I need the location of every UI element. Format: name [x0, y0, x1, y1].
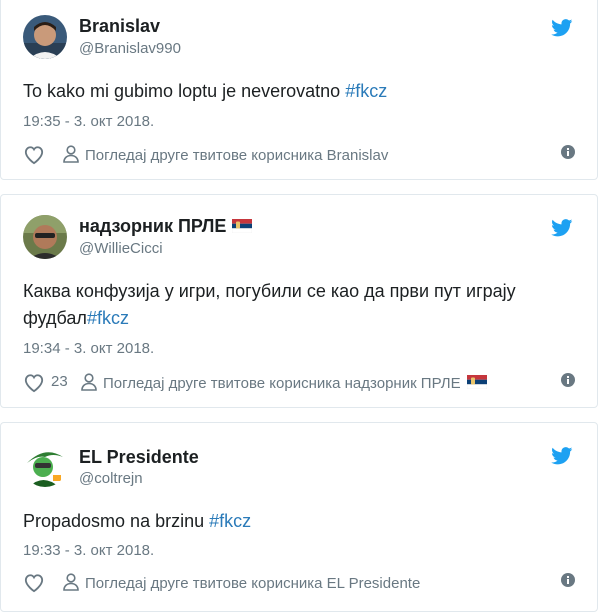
tweet-timestamp[interactable]: 19:35 - 3. окт 2018. [23, 113, 154, 130]
hashtag-link[interactable]: #fkcz [209, 511, 251, 531]
author-name-text: надзорник ПРЛЕ [79, 216, 227, 236]
serbia-flag-icon [232, 219, 253, 233]
author-name[interactable]: Branislav [79, 16, 160, 37]
view-profile-label: Погледај друге твитове корисника надзорн… [103, 375, 461, 392]
heart-icon[interactable] [23, 373, 45, 393]
author-handle[interactable]: @coltrejn [79, 470, 143, 487]
tweet-card: EL Presidente @coltrejn Propadosmo na br… [0, 422, 598, 612]
hashtag-link[interactable]: #fkcz [345, 81, 387, 101]
tweet-card: Branislav @Branislav990 To kako mi gubim… [0, 0, 598, 180]
tweet-timestamp[interactable]: 19:34 - 3. окт 2018. [23, 340, 154, 357]
view-profile-link[interactable]: Погледај друге твитове корисника Branisl… [63, 145, 388, 164]
tweet-body: To kako mi gubimo loptu je neverovatno [23, 81, 346, 101]
author-name[interactable]: EL Presidente [79, 447, 199, 468]
view-profile-label: Погледај друге твитове корисника Branisl… [85, 147, 389, 164]
tweet-actions: 23 Погледај друге твитове корисника надз… [23, 371, 575, 395]
heart-icon[interactable] [23, 145, 45, 165]
hashtag-link[interactable]: #fkcz [87, 308, 129, 328]
tweet-text: Каква конфузија у игри, погубили се као … [23, 278, 573, 332]
info-icon[interactable] [561, 145, 575, 159]
author-name[interactable]: надзорник ПРЛЕ [79, 216, 253, 237]
info-icon[interactable] [561, 573, 575, 587]
person-icon [63, 573, 79, 591]
author-handle[interactable]: @WillieCicci [79, 240, 163, 257]
tweet-body: Propadosmo na brzinu [23, 511, 210, 531]
avatar[interactable] [23, 443, 67, 487]
info-icon[interactable] [561, 373, 575, 387]
avatar[interactable] [23, 15, 67, 59]
tweet-actions: Погледај друге твитове корисника EL Pres… [23, 571, 575, 595]
author-handle[interactable]: @Branislav990 [79, 40, 181, 57]
view-profile-link[interactable]: Погледај друге твитове корисника EL Pres… [63, 573, 420, 592]
heart-icon[interactable] [23, 573, 45, 593]
view-profile-link[interactable]: Погледај друге твитове корисника надзорн… [81, 373, 487, 392]
person-icon [81, 373, 97, 391]
tweet-text: To kako mi gubimo loptu je neverovatno #… [23, 78, 573, 105]
tweet-text: Propadosmo na brzinu #fkcz [23, 508, 573, 535]
twitter-bird-icon[interactable] [551, 19, 573, 37]
serbia-flag-icon [466, 375, 487, 389]
person-icon [63, 145, 79, 163]
twitter-bird-icon[interactable] [551, 219, 573, 237]
like-count: 23 [51, 373, 68, 390]
tweet-timestamp[interactable]: 19:33 - 3. окт 2018. [23, 542, 154, 559]
view-profile-label: Погледај друге твитове корисника EL Pres… [85, 575, 421, 592]
tweet-card: надзорник ПРЛЕ @WillieCicci Каква конфуз… [0, 194, 598, 408]
twitter-bird-icon[interactable] [551, 447, 573, 465]
avatar[interactable] [23, 215, 67, 259]
tweet-actions: Погледај друге твитове корисника Branisl… [23, 143, 575, 167]
